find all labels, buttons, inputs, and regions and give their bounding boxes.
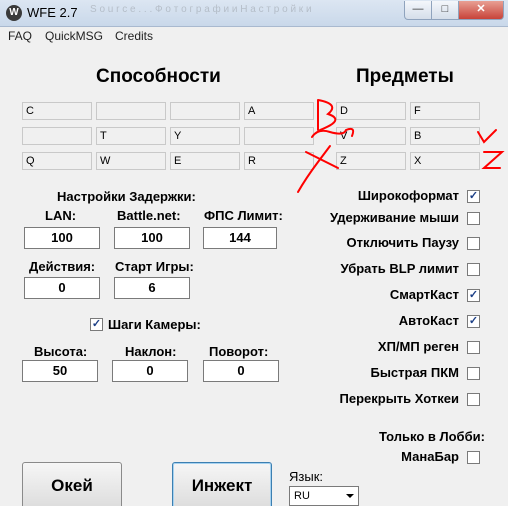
option-label: АвтоКаст xyxy=(398,313,459,328)
menu-faq[interactable]: FAQ xyxy=(8,29,32,43)
option-checkbox[interactable] xyxy=(467,341,480,354)
tilt-label: Наклон: xyxy=(125,344,177,359)
lobby-only-label: Только в Лобби: xyxy=(379,429,485,444)
actions-label: Действия: xyxy=(29,259,96,274)
bnet-label: Battle.net: xyxy=(117,208,181,223)
option-checkbox[interactable] xyxy=(467,393,480,406)
option-checkbox[interactable] xyxy=(467,367,480,380)
ability-slot[interactable]: E xyxy=(170,152,240,170)
chevron-down-icon xyxy=(346,494,354,498)
menu-bar: FAQ QuickMSG Credits xyxy=(0,27,508,45)
ability-slot[interactable]: Y xyxy=(170,127,240,145)
option-checkbox[interactable] xyxy=(467,263,480,276)
actions-input[interactable]: 0 xyxy=(24,277,100,299)
option-checkbox[interactable]: ✓ xyxy=(467,315,480,328)
height-input[interactable]: 50 xyxy=(22,360,98,382)
annotation-z xyxy=(481,151,505,169)
option-checkbox[interactable]: ✓ xyxy=(467,289,480,302)
manabar-checkbox[interactable] xyxy=(467,451,480,464)
annotation-b xyxy=(317,99,337,131)
height-label: Высота: xyxy=(34,344,88,359)
menu-credits[interactable]: Credits xyxy=(115,29,153,43)
language-label: Язык: xyxy=(289,469,323,484)
items-heading: Предметы xyxy=(356,66,454,87)
ability-slot[interactable]: C xyxy=(22,102,92,120)
tilt-input[interactable]: 0 xyxy=(112,360,188,382)
window-title: WFE 2.7 xyxy=(27,5,78,20)
inject-button[interactable]: Инжект xyxy=(172,462,272,506)
option-label: Быстрая ПКМ xyxy=(370,365,459,380)
abilities-heading: Способности xyxy=(96,66,221,87)
ability-slot[interactable] xyxy=(170,102,240,120)
option-label: Удерживание мыши xyxy=(329,210,459,225)
item-slot[interactable]: X xyxy=(410,152,480,170)
ability-slot[interactable] xyxy=(96,102,166,120)
ability-slot[interactable]: T xyxy=(96,127,166,145)
option-label: СмартКаст xyxy=(389,287,459,302)
language-value: RU xyxy=(294,490,310,502)
ability-slot[interactable]: A xyxy=(244,102,314,120)
ability-slot[interactable]: Q xyxy=(22,152,92,170)
annotation-check xyxy=(477,129,497,144)
title-bar: W WFE 2.7 S o u r c e . . . Ф о т о г р … xyxy=(0,0,508,27)
option-label: Широкоформат xyxy=(357,188,459,203)
game-start-input[interactable]: 6 xyxy=(114,277,190,299)
ability-slot[interactable]: W xyxy=(96,152,166,170)
item-slot[interactable]: V xyxy=(336,127,406,145)
item-slot[interactable]: B xyxy=(410,127,480,145)
lan-input[interactable]: 100 xyxy=(24,227,100,249)
close-button[interactable]: ✕ xyxy=(458,1,504,20)
background-taskbar-text: S o u r c e . . . Ф о т о г р а ф и и Н … xyxy=(90,4,312,15)
maximize-button[interactable]: □ xyxy=(431,1,459,20)
app-icon: W xyxy=(6,5,22,21)
ability-slot[interactable]: R xyxy=(244,152,314,170)
ability-slot[interactable] xyxy=(244,127,314,145)
game-start-label: Старт Игры: xyxy=(115,259,194,274)
item-slot[interactable]: D xyxy=(336,102,406,120)
option-checkbox[interactable] xyxy=(467,212,480,225)
option-label: Убрать BLP лимит xyxy=(340,261,459,276)
ok-button[interactable]: Окей xyxy=(22,462,122,506)
menu-quickmsg[interactable]: QuickMSG xyxy=(45,29,103,43)
minimize-button[interactable]: — xyxy=(404,1,432,20)
camera-steps-label: Шаги Камеры: xyxy=(108,317,201,332)
fps-limit-input[interactable]: 144 xyxy=(203,227,277,249)
option-label: ХП/МП реген xyxy=(377,339,459,354)
language-select[interactable]: RU xyxy=(289,486,359,506)
camera-steps-checkbox[interactable]: ✓ xyxy=(90,318,103,331)
bnet-input[interactable]: 100 xyxy=(114,227,190,249)
ability-slot[interactable] xyxy=(22,127,92,145)
option-checkbox[interactable] xyxy=(467,237,480,250)
option-label: Отключить Паузу xyxy=(346,235,459,250)
app-window: W WFE 2.7 S o u r c e . . . Ф о т о г р … xyxy=(0,0,508,506)
option-label: Перекрыть Хоткеи xyxy=(339,391,459,406)
manabar-label: МанаБар xyxy=(401,449,459,464)
rotate-input[interactable]: 0 xyxy=(203,360,279,382)
item-slot[interactable]: Z xyxy=(336,152,406,170)
delay-settings-title: Настройки Задержки: xyxy=(57,189,196,204)
fps-limit-label: ФПС Лимит: xyxy=(204,208,283,223)
item-slot[interactable]: F xyxy=(410,102,480,120)
lan-label: LAN: xyxy=(45,208,77,223)
rotate-label: Поворот: xyxy=(209,344,269,359)
option-checkbox[interactable]: ✓ xyxy=(467,190,480,203)
